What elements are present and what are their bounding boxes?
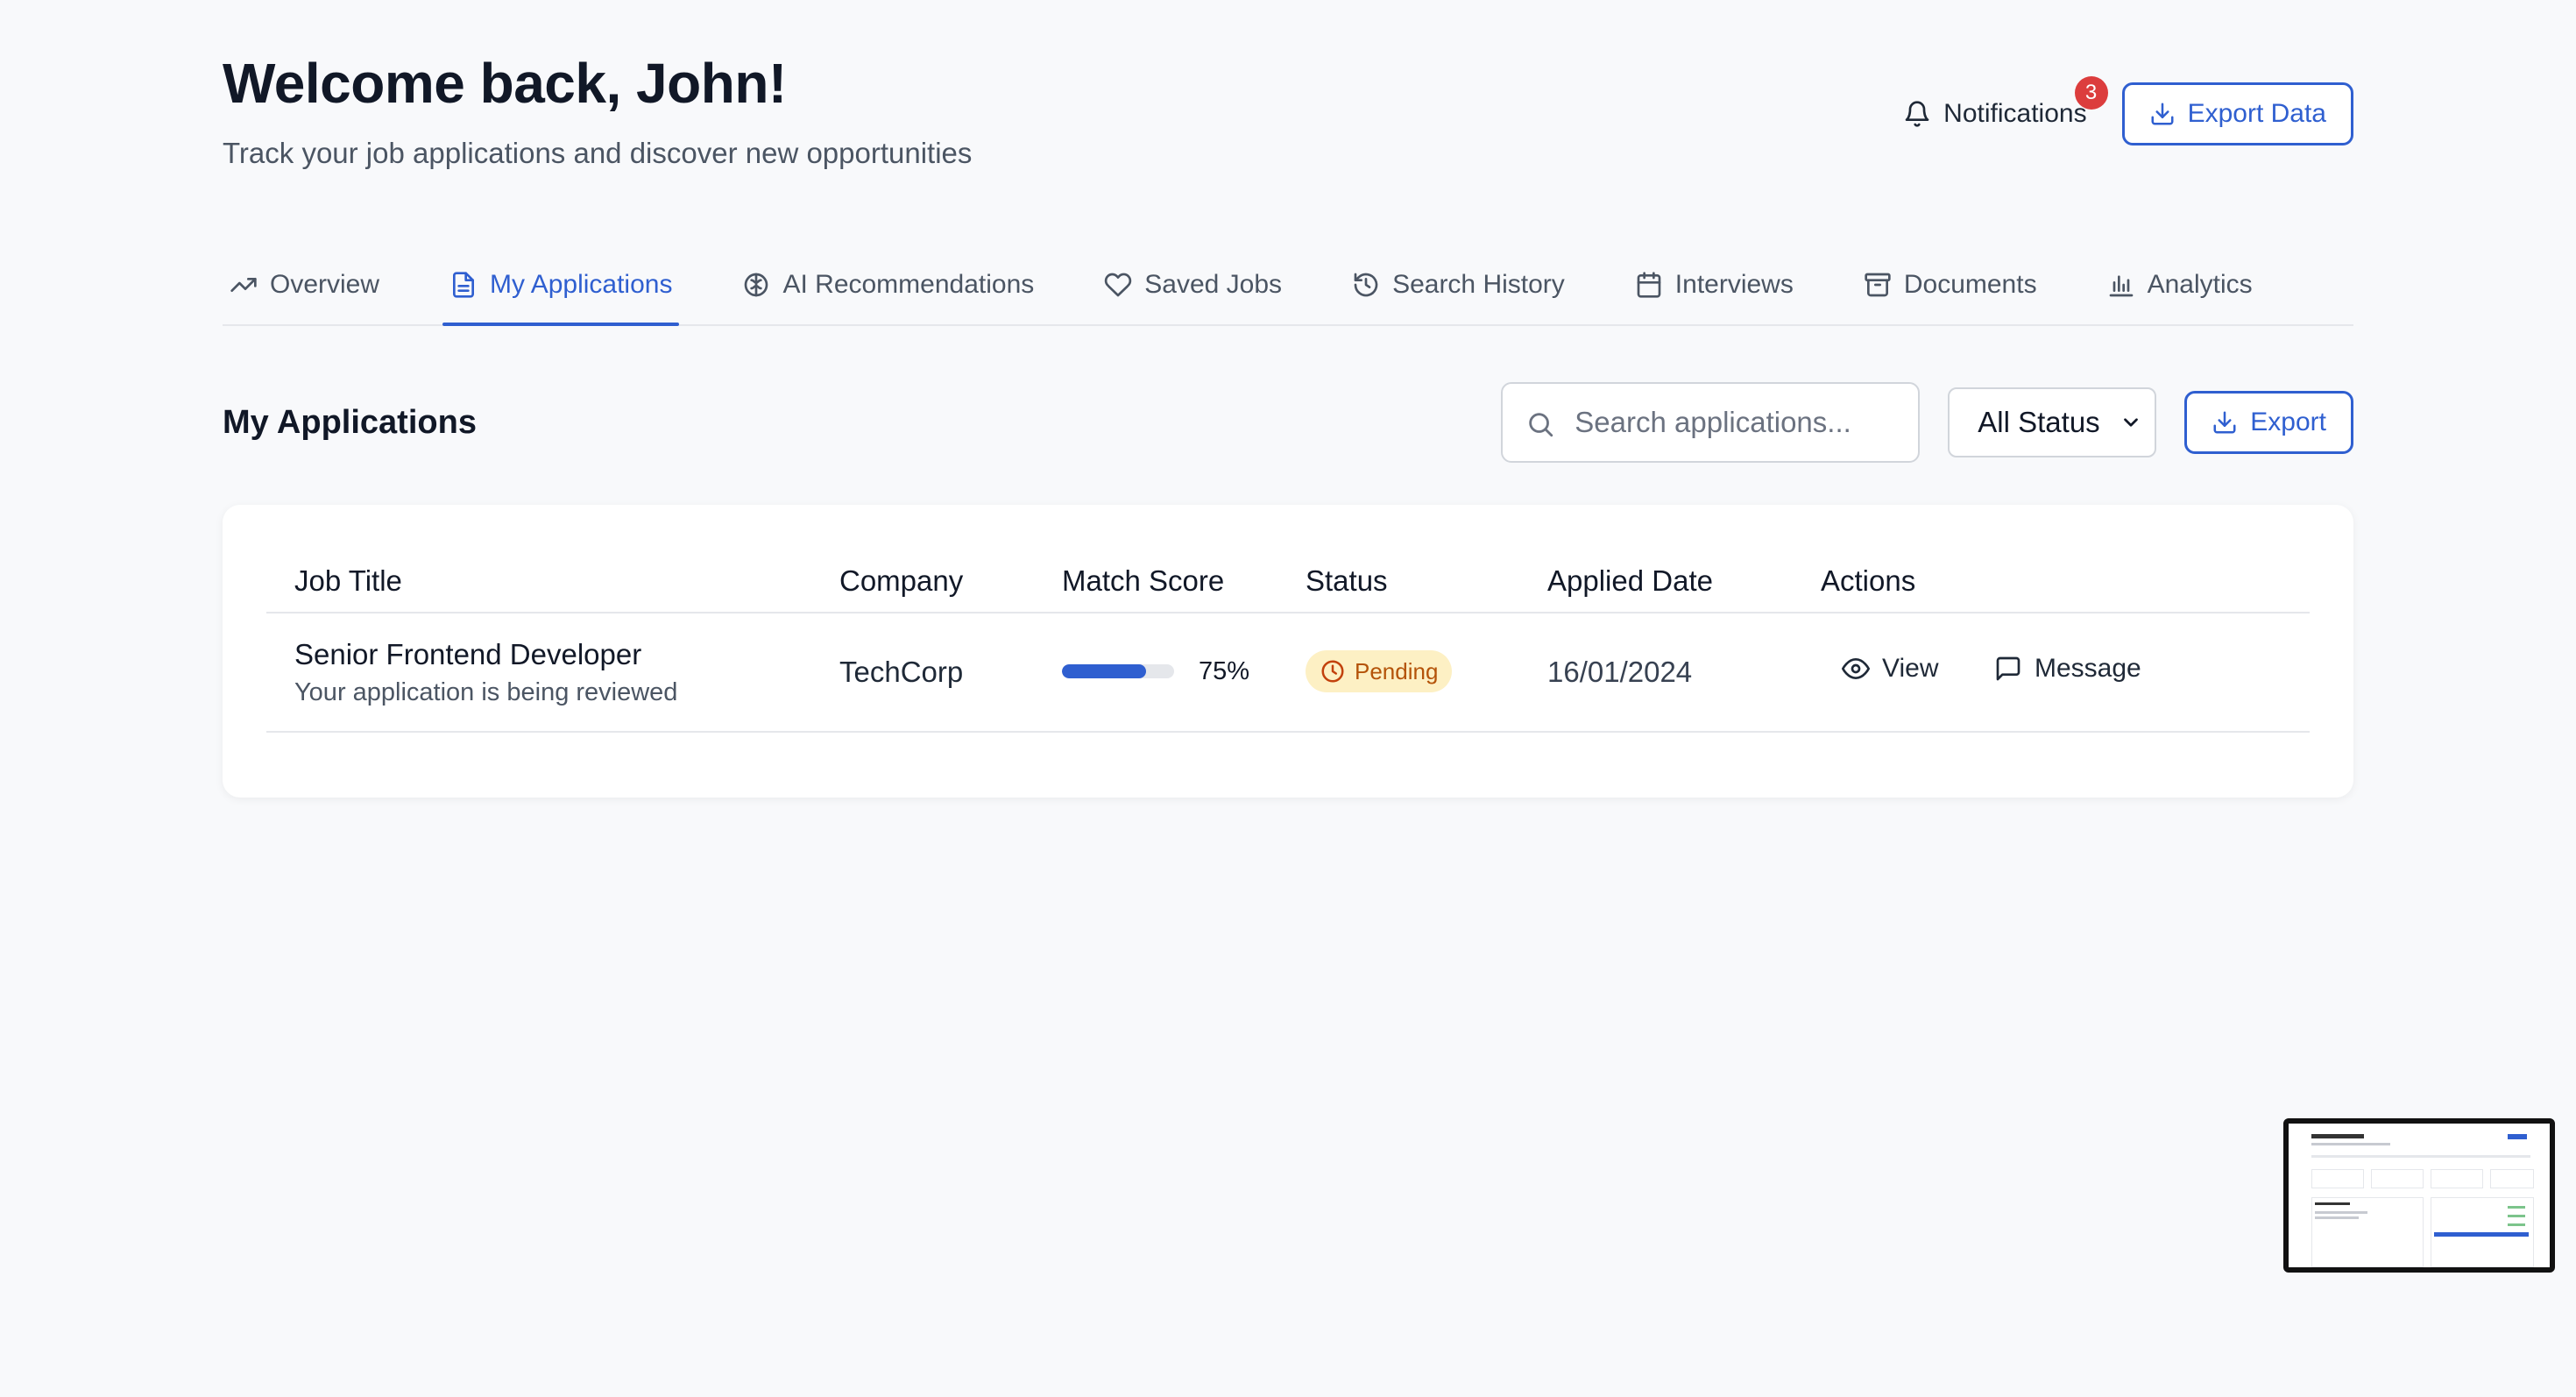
tab-documents[interactable]: Documents: [1857, 245, 2044, 324]
header-actions: Notifications 3 Export Data: [1896, 76, 2353, 145]
tab-label: AI Recommendations: [782, 270, 1035, 299]
status-filter-value: All Status: [1978, 406, 2100, 438]
view-button[interactable]: View: [1842, 654, 1938, 684]
tab-search-history[interactable]: Search History: [1345, 245, 1572, 324]
match-score-bar: [1062, 664, 1174, 678]
bell-icon: [1905, 101, 1929, 127]
dashboard-page: Welcome back, John! Track your job appli…: [0, 0, 2576, 1397]
heart-icon: [1105, 273, 1132, 297]
export-data-label: Export Data: [2187, 99, 2326, 128]
column-header-job-title: Job Title: [294, 564, 402, 597]
tab-analytics[interactable]: Analytics: [2100, 245, 2260, 324]
column-header-match-score: Match Score: [1062, 564, 1225, 597]
table-row: Senior Frontend Developer Your applicati…: [266, 613, 2310, 733]
chevron-down-icon: [2124, 418, 2139, 427]
tab-label: Saved Jobs: [1144, 270, 1283, 299]
job-status-description: Your application is being reviewed: [294, 678, 678, 706]
tab-label: Analytics: [2147, 270, 2253, 299]
column-header-status: Status: [1306, 564, 1388, 597]
notifications-count-badge: 3: [2074, 76, 2108, 110]
calendar-icon: [1637, 272, 1661, 298]
search-input[interactable]: [1575, 406, 1919, 439]
export-button[interactable]: Export: [2184, 391, 2353, 454]
message-square-icon: [1996, 656, 2020, 681]
tab-saved-jobs[interactable]: Saved Jobs: [1097, 245, 1289, 324]
preview-thumbnail[interactable]: [2283, 1118, 2555, 1273]
column-header-applied-date: Applied Date: [1547, 564, 1713, 597]
message-label: Message: [2035, 654, 2141, 683]
brain-icon: [745, 273, 768, 297]
table-header: Job Title Company Match Score Status App…: [266, 549, 2310, 613]
search-box: [1501, 382, 1921, 463]
message-button[interactable]: Message: [1994, 654, 2141, 684]
clock-icon: [1321, 660, 1344, 683]
tab-bar: Overview My Applications AI Recommendati…: [223, 245, 2353, 326]
match-score-value: 75%: [1199, 657, 1250, 685]
export-label: Export: [2250, 408, 2326, 436]
history-icon: [1354, 273, 1378, 297]
column-header-actions: Actions: [1821, 564, 1916, 597]
status-label: Pending: [1355, 657, 1439, 684]
file-text-icon: [453, 272, 475, 298]
tab-label: Interviews: [1674, 270, 1794, 299]
applications-toolbar: My Applications All Status Export: [223, 382, 2353, 463]
export-data-button[interactable]: Export Data: [2121, 82, 2353, 145]
tab-my-applications[interactable]: My Applications: [442, 245, 680, 326]
tab-interviews[interactable]: Interviews: [1628, 245, 1801, 324]
tab-label: Search History: [1392, 270, 1565, 299]
tab-label: My Applications: [490, 270, 673, 299]
tab-label: Overview: [270, 270, 380, 299]
download-icon: [2213, 411, 2236, 434]
status-filter-select[interactable]: All Status: [1948, 387, 2157, 457]
tab-label: Documents: [1903, 270, 2037, 299]
trending-up-icon: [230, 278, 257, 292]
notifications-button[interactable]: Notifications 3: [1896, 76, 2108, 145]
tab-overview[interactable]: Overview: [223, 245, 386, 324]
eye-icon: [1842, 658, 1870, 679]
company-name: TechCorp: [839, 656, 964, 688]
notifications-label: Notifications: [1943, 99, 2087, 128]
status-badge: Pending: [1306, 650, 1453, 692]
column-header-company: Company: [839, 564, 964, 597]
job-title: Senior Frontend Developer: [294, 638, 642, 670]
bar-chart-icon: [2109, 275, 2133, 297]
match-score-fill: [1062, 664, 1146, 678]
archive-icon: [1865, 273, 1891, 297]
tab-ai-recommendations[interactable]: AI Recommendations: [735, 245, 1041, 324]
section-title: My Applications: [223, 403, 477, 441]
applied-date: 16/01/2024: [1547, 656, 1693, 688]
applications-table-card: Job Title Company Match Score Status App…: [223, 505, 2353, 798]
page-header: Welcome back, John! Track your job appli…: [223, 51, 2353, 182]
search-icon: [1529, 413, 1553, 437]
view-label: View: [1882, 654, 1939, 683]
download-icon: [2151, 103, 2174, 125]
